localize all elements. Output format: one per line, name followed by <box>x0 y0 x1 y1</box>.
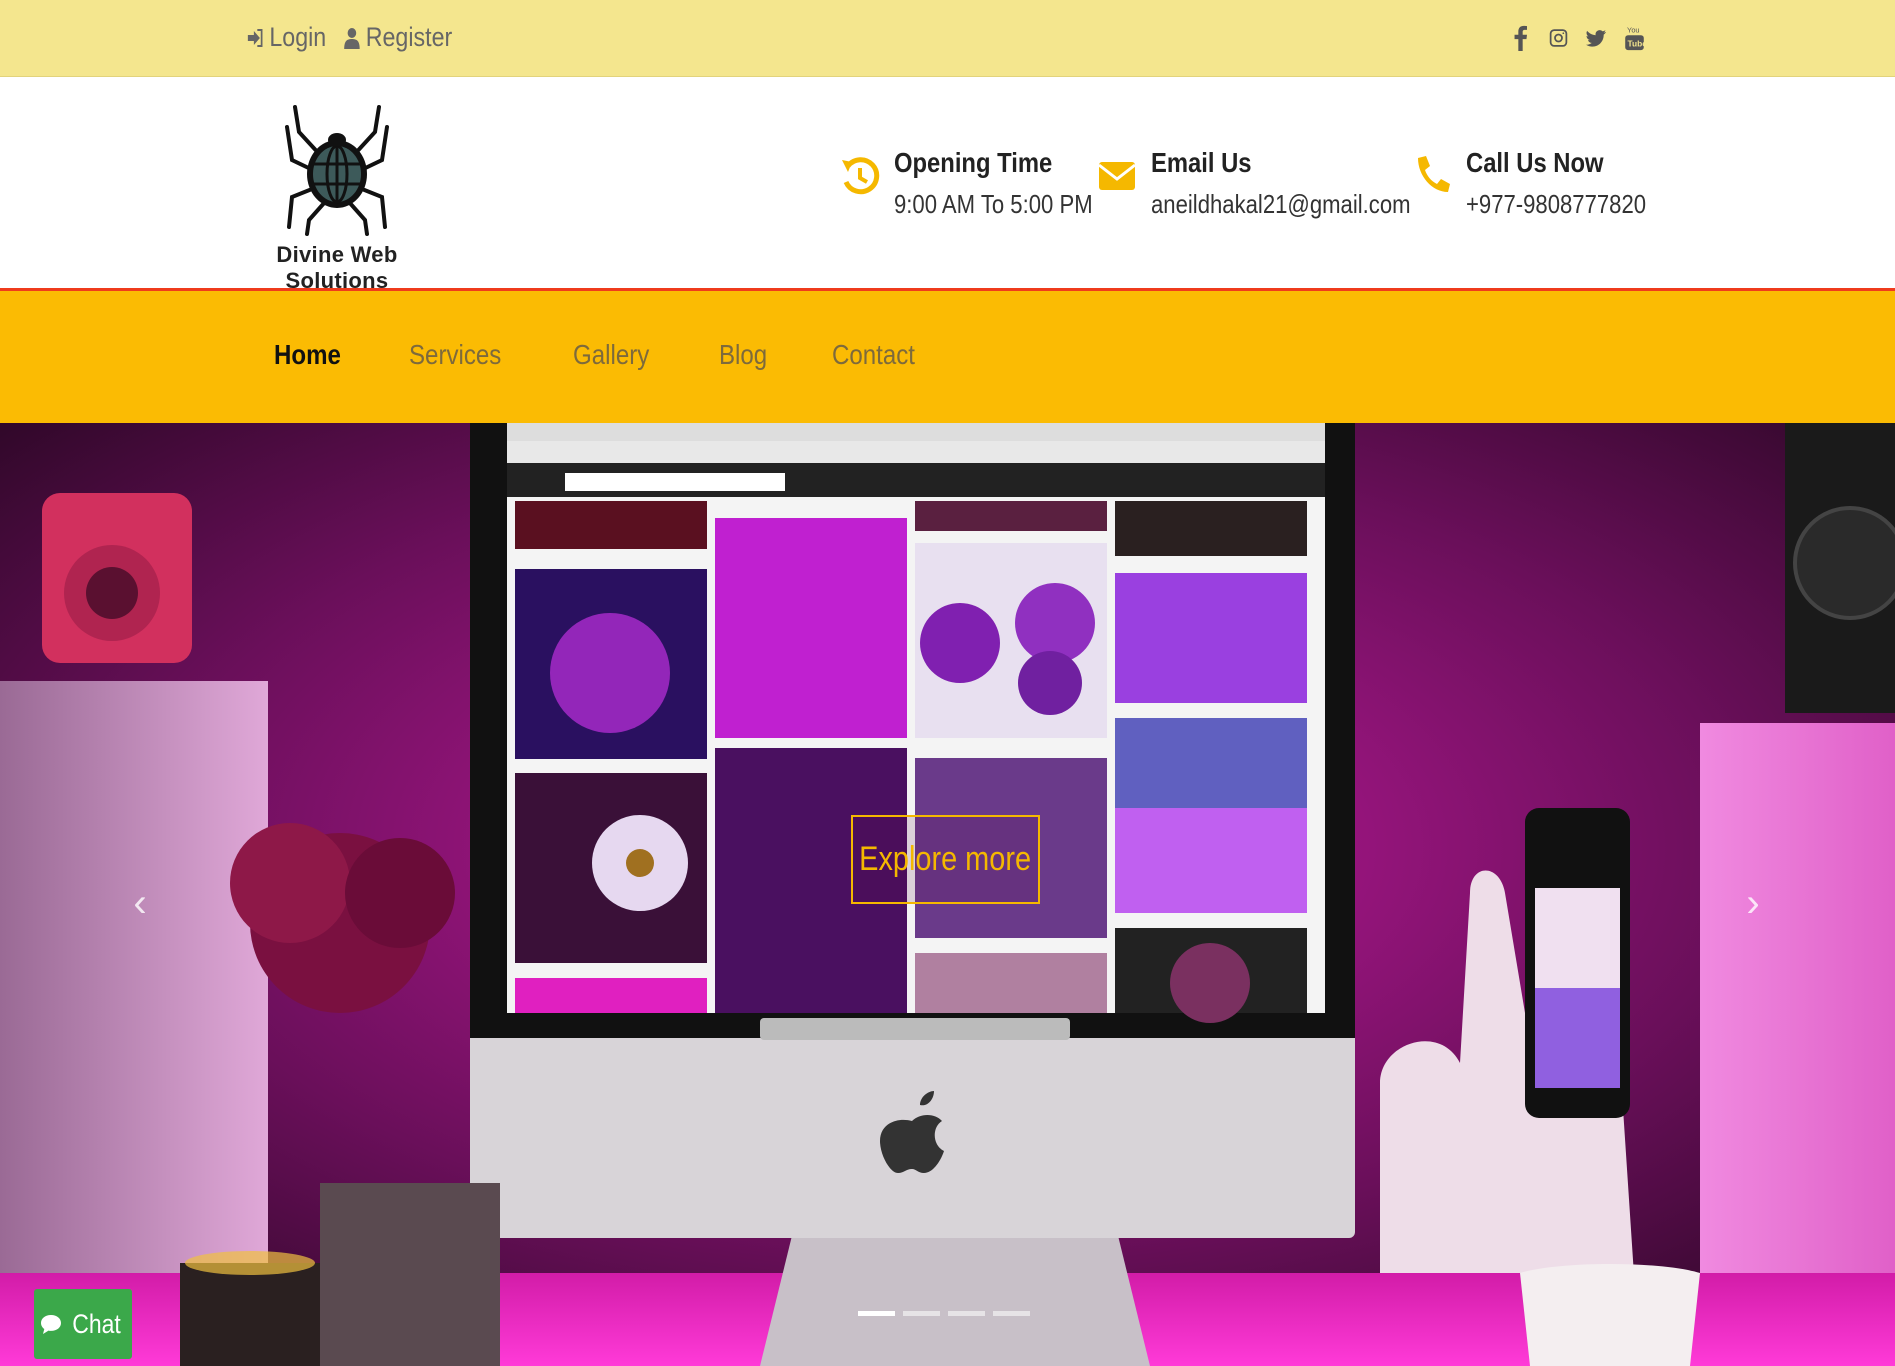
prev-slide-button[interactable]: ‹ <box>120 873 160 933</box>
hero-carousel: Explore more ‹ › <box>0 423 1895 1366</box>
nav-item-gallery[interactable]: Gallery <box>573 339 649 371</box>
email-title: Email Us <box>1151 147 1252 178</box>
chevron-left-icon: ‹ <box>133 880 147 925</box>
nav-item-home[interactable]: Home <box>274 339 341 371</box>
login-link[interactable]: Login <box>247 22 326 53</box>
opening-time-value: 9:00 AM To 5:00 PM <box>894 189 1093 219</box>
register-link[interactable]: Register <box>343 22 452 53</box>
youtube-icon[interactable]: You Tube <box>1624 22 1645 54</box>
register-label: Register <box>365 22 453 52</box>
carousel-indicator[interactable] <box>948 1311 985 1316</box>
phone-value[interactable]: +977-9808777820 <box>1466 189 1646 220</box>
twitter-icon[interactable] <box>1586 22 1607 54</box>
main-nav: Home Services Gallery Blog Contact <box>0 291 1895 423</box>
svg-text:Tube: Tube <box>1628 38 1645 48</box>
login-label: Login <box>269 22 327 52</box>
carousel-indicator[interactable] <box>858 1311 895 1316</box>
clock-history-icon <box>842 157 880 195</box>
next-slide-button[interactable]: › <box>1733 873 1773 933</box>
site-header: Divine Web Solutions Opening Time 9:00 A… <box>0 77 1895 293</box>
chat-button[interactable]: Chat <box>34 1289 132 1359</box>
nav-item-blog[interactable]: Blog <box>719 339 767 371</box>
explore-more-label: Explore more <box>859 840 1032 878</box>
explore-more-button[interactable]: Explore more <box>851 815 1040 904</box>
chat-label: Chat <box>72 1308 122 1339</box>
nav-item-services[interactable]: Services <box>409 339 501 371</box>
email-block: Email Us aneildhakal21@gmail.com <box>1097 147 1456 220</box>
chevron-right-icon: › <box>1746 880 1760 925</box>
sign-in-icon <box>247 28 263 47</box>
instagram-icon[interactable] <box>1548 22 1569 54</box>
email-value[interactable]: aneildhakal21@gmail.com <box>1151 189 1411 220</box>
svg-text:You: You <box>1627 25 1640 34</box>
nav-item-contact[interactable]: Contact <box>832 339 915 371</box>
carousel-indicator[interactable] <box>993 1311 1030 1316</box>
facebook-icon[interactable] <box>1510 22 1531 54</box>
logo[interactable]: Divine Web Solutions <box>237 102 437 293</box>
phone-block: Call Us Now +977-9808777820 <box>1412 147 1678 220</box>
phone-title: Call Us Now <box>1466 147 1604 178</box>
chat-bubble-icon <box>41 1315 62 1334</box>
carousel-indicator[interactable] <box>903 1311 940 1316</box>
phone-icon <box>1418 156 1450 192</box>
envelope-icon <box>1098 162 1136 190</box>
opening-time-title: Opening Time <box>894 147 1053 178</box>
auth-links: Login Register <box>247 22 452 53</box>
user-icon <box>344 27 360 49</box>
top-bar: Login Register You Tube <box>0 0 1895 77</box>
social-links: You Tube <box>1510 22 1645 54</box>
carousel-indicators <box>858 1311 1030 1316</box>
spider-globe-logo-icon <box>285 105 389 236</box>
logo-text: Divine Web Solutions <box>276 242 398 293</box>
opening-time-block: Opening Time 9:00 AM To 5:00 PM <box>840 147 1128 220</box>
